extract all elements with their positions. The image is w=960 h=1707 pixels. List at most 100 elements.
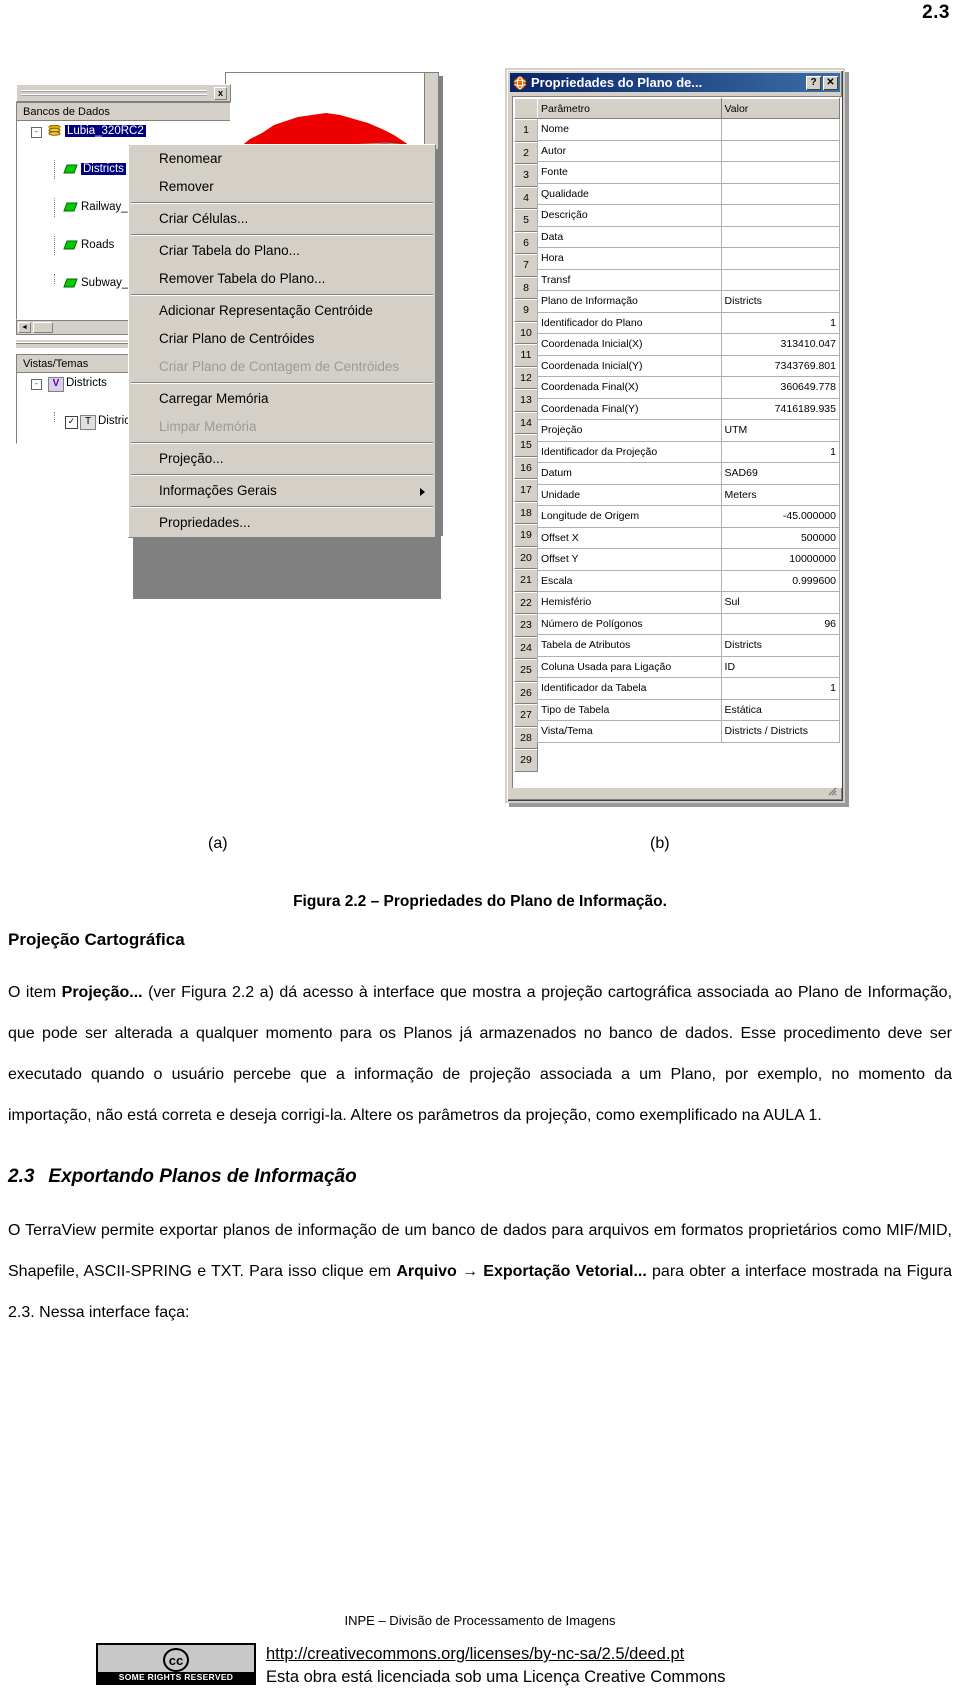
table-row[interactable]: Qualidade <box>537 182 841 205</box>
dialog-titlebar[interactable]: Propriedades do Plano de... ? ✕ <box>510 73 840 92</box>
column-header-parametro[interactable]: Parâmetro <box>537 98 722 119</box>
cell-valor[interactable]: 96 <box>720 612 841 635</box>
table-row[interactable]: Transf <box>537 268 841 291</box>
cell-valor[interactable] <box>720 204 841 227</box>
table-row[interactable]: Plano de Informação Districts <box>537 290 841 313</box>
grid-row-number[interactable]: 23 <box>514 614 538 637</box>
cell-valor[interactable] <box>720 118 841 141</box>
resize-grip-icon[interactable] <box>825 783 837 796</box>
grid-row-number[interactable]: 1 <box>514 119 538 142</box>
cell-valor[interactable]: 500000 <box>720 526 841 549</box>
grid-row-number[interactable]: 8 <box>514 276 538 299</box>
menu-item-propriedades[interactable]: Propriedades... <box>129 509 435 537</box>
cell-valor[interactable] <box>720 139 841 162</box>
properties-grid-container[interactable]: 1 2 3 4 5 6 7 8 9 10 11 12 13 14 15 16 17 18 19 20 21 22 23 24 2… <box>512 96 842 788</box>
table-row[interactable]: Data <box>537 225 841 248</box>
table-row[interactable]: Hemisfério Sul <box>537 591 841 614</box>
grid-row-number[interactable]: 21 <box>514 569 538 592</box>
grid-row-number[interactable]: 3 <box>514 164 538 187</box>
cell-valor[interactable] <box>720 161 841 184</box>
cell-valor[interactable] <box>720 225 841 248</box>
table-row[interactable]: Tabela de Atributos Districts <box>537 634 841 657</box>
cell-valor[interactable]: UTM <box>720 419 841 442</box>
cell-valor[interactable]: 7343769.801 <box>720 354 841 377</box>
grid-row-number[interactable]: 25 <box>514 659 538 682</box>
cell-valor[interactable]: Meters <box>720 483 841 506</box>
grid-row-number[interactable]: 29 <box>514 749 538 772</box>
grid-row-number[interactable]: 17 <box>514 479 538 502</box>
cell-valor[interactable]: Districts / Districts <box>720 720 841 743</box>
cell-valor[interactable]: 10000000 <box>720 548 841 571</box>
menu-item-informacoes-gerais[interactable]: Informações Gerais <box>129 477 435 505</box>
menu-item-remover[interactable]: Remover <box>129 173 435 201</box>
close-icon[interactable]: x <box>214 87 227 100</box>
table-row[interactable]: Coordenada Final(Y) 7416189.935 <box>537 397 841 420</box>
table-row[interactable]: Identificador da Projeção 1 <box>537 440 841 463</box>
table-row[interactable]: Nome <box>537 118 841 141</box>
help-button[interactable]: ? <box>806 75 821 90</box>
grid-row-number[interactable]: 22 <box>514 591 538 614</box>
menu-item-adicionar-representacao-centroide[interactable]: Adicionar Representação Centróide <box>129 297 435 325</box>
grid-row-number[interactable]: 26 <box>514 681 538 704</box>
table-row[interactable]: Longitude de Origem -45.000000 <box>537 505 841 528</box>
cell-valor[interactable]: 1 <box>720 311 841 334</box>
table-row[interactable]: Coluna Usada para Ligação ID <box>537 655 841 678</box>
table-row[interactable]: Unidade Meters <box>537 483 841 506</box>
table-row[interactable]: Offset Y 10000000 <box>537 548 841 571</box>
column-header-valor[interactable]: Valor <box>720 98 841 119</box>
table-row[interactable]: Fonte <box>537 161 841 184</box>
cell-valor[interactable]: ID <box>720 655 841 678</box>
close-button[interactable]: ✕ <box>823 75 838 90</box>
tree-node-database[interactable]: - Lubia_320RC2 <box>17 122 230 141</box>
grid-row-number[interactable]: 14 <box>514 411 538 434</box>
grid-row-number[interactable]: 27 <box>514 704 538 727</box>
cell-valor[interactable]: 1 <box>720 440 841 463</box>
grid-row-number[interactable]: 18 <box>514 501 538 524</box>
table-row[interactable]: Autor <box>537 139 841 162</box>
cell-valor[interactable]: Sul <box>720 591 841 614</box>
panel-drag-grip[interactable] <box>21 90 207 98</box>
grid-row-number[interactable]: 15 <box>514 434 538 457</box>
table-row[interactable]: Datum SAD69 <box>537 462 841 485</box>
grid-row-number[interactable]: 6 <box>514 231 538 254</box>
cell-valor[interactable]: 360649.778 <box>720 376 841 399</box>
cell-valor[interactable]: 313410.047 <box>720 333 841 356</box>
table-row[interactable]: Identificador do Plano 1 <box>537 311 841 334</box>
table-row[interactable]: Coordenada Inicial(X) 313410.047 <box>537 333 841 356</box>
table-row[interactable]: Projeção UTM <box>537 419 841 442</box>
table-row[interactable]: Offset X 500000 <box>537 526 841 549</box>
table-row[interactable]: Número de Polígonos 96 <box>537 612 841 635</box>
grid-row-number[interactable]: 13 <box>514 389 538 412</box>
menu-item-carregar-memoria[interactable]: Carregar Memória <box>129 385 435 413</box>
grid-row-number[interactable]: 10 <box>514 321 538 344</box>
table-row[interactable]: Hora <box>537 247 841 270</box>
cell-valor[interactable]: Districts <box>720 290 841 313</box>
grid-row-number[interactable]: 12 <box>514 366 538 389</box>
cell-valor[interactable] <box>720 247 841 270</box>
grid-row-number[interactable]: 20 <box>514 546 538 569</box>
cell-valor[interactable]: Estática <box>720 698 841 721</box>
menu-item-renomear[interactable]: Renomear <box>129 145 435 173</box>
cell-valor[interactable]: SAD69 <box>720 462 841 485</box>
grid-row-number[interactable]: 7 <box>514 254 538 277</box>
cc-license-url[interactable]: http://creativecommons.org/licenses/by-n… <box>266 1643 725 1665</box>
grid-row-number[interactable]: 9 <box>514 299 538 322</box>
cell-valor[interactable]: 7416189.935 <box>720 397 841 420</box>
panel-titlebar[interactable]: x <box>16 84 231 102</box>
grid-row-number[interactable]: 11 <box>514 344 538 367</box>
cell-valor[interactable] <box>720 268 841 291</box>
grid-row-number[interactable]: 2 <box>514 141 538 164</box>
cell-valor[interactable]: -45.000000 <box>720 505 841 528</box>
grid-row-number[interactable]: 28 <box>514 726 538 749</box>
grid-row-number[interactable]: 16 <box>514 456 538 479</box>
expander-icon[interactable]: - <box>31 379 42 390</box>
cell-valor[interactable]: 1 <box>720 677 841 700</box>
grid-row-number[interactable]: 19 <box>514 524 538 547</box>
table-row[interactable]: Identificador da Tabela 1 <box>537 677 841 700</box>
expander-icon[interactable]: - <box>31 127 42 138</box>
scrollbar-thumb[interactable] <box>33 322 53 333</box>
grid-row-number[interactable]: 24 <box>514 636 538 659</box>
table-row[interactable]: Tipo de Tabela Estática <box>537 698 841 721</box>
table-row[interactable]: Coordenada Final(X) 360649.778 <box>537 376 841 399</box>
menu-item-criar-plano-de-centroides[interactable]: Criar Plano de Centróides <box>129 325 435 353</box>
